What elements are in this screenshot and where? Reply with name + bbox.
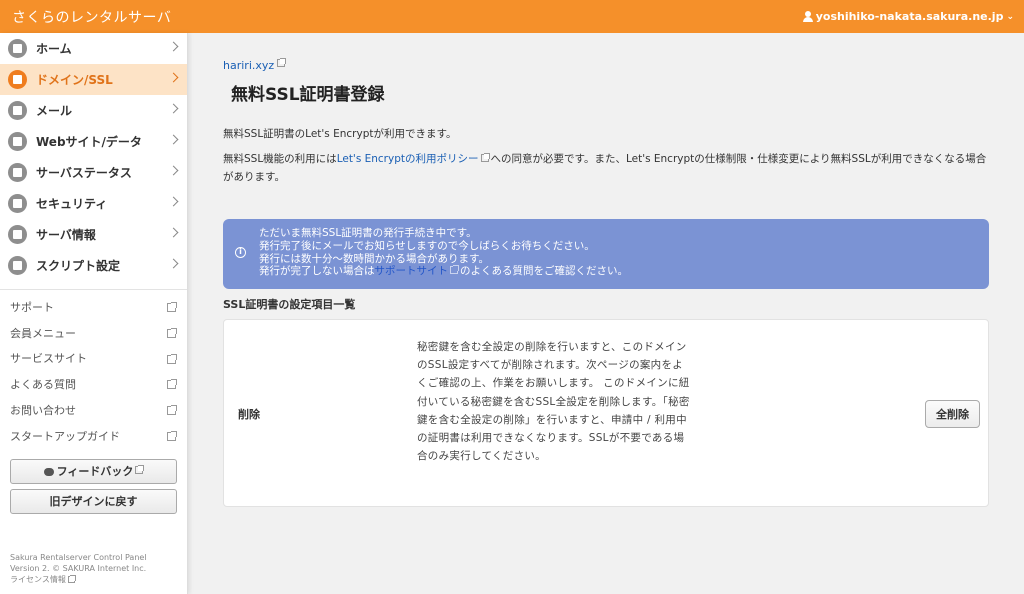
external-link-icon xyxy=(167,302,177,312)
sidebar-link-label: サービスサイト xyxy=(10,352,87,366)
footer-version: Version 2. © SAKURA Internet Inc. xyxy=(10,564,147,573)
external-link-icon xyxy=(167,405,177,416)
sidebar-item-label: スクリプト設定 xyxy=(36,259,121,273)
sidebar-link-service-site[interactable]: サービスサイト xyxy=(0,346,187,372)
sidebar-item-label: ドメイン/SSL xyxy=(36,73,113,87)
sidebar-item-label: セキュリティ xyxy=(36,197,108,211)
policy-text: 無料SSL機能の利用にはLet's Encryptの利用ポリシー への同意が必要で… xyxy=(223,150,993,186)
chevron-down-icon: ⌄ xyxy=(1006,11,1014,22)
main-content: hariri.xyz 無料SSL証明書登録 無料SSL証明書のLet's Enc… xyxy=(189,33,1024,594)
home-icon xyxy=(8,39,27,58)
domain-icon xyxy=(8,70,27,89)
sidebar-item-server-status[interactable]: サーバステータス xyxy=(0,157,187,188)
sidebar-item-mail[interactable]: メール xyxy=(0,95,187,126)
feedback-label: フィードバック xyxy=(56,464,134,478)
user-name: yoshihiko-nakata.sakura.ne.jp xyxy=(815,10,1004,23)
chevron-right-icon xyxy=(168,165,179,176)
script-icon xyxy=(8,256,27,275)
chevron-right-icon xyxy=(168,196,179,207)
sidebar-item-label: サーバ情報 xyxy=(36,228,96,242)
brand-logo[interactable]: さくらのレンタルサーバ xyxy=(12,7,171,27)
delete-all-button[interactable]: 全削除 xyxy=(925,400,980,428)
notice-line: ただいま無料SSL証明書の発行手続き中です。 xyxy=(259,227,477,239)
domain-name: hariri.xyz xyxy=(223,59,275,72)
sidebar: ホーム ドメイン/SSL メール Webサイト/データ サーバステータス セキュ… xyxy=(0,33,188,594)
sidebar-item-website-data[interactable]: Webサイト/データ xyxy=(0,126,187,157)
external-link-icon xyxy=(167,379,177,390)
lock-icon xyxy=(8,194,27,213)
section-heading: SSL証明書の設定項目一覧 xyxy=(223,298,356,311)
notice-text: のよくある質問をご確認ください。 xyxy=(460,265,628,278)
chevron-right-icon xyxy=(168,227,179,238)
sidebar-item-server-info[interactable]: サーバ情報 xyxy=(0,219,187,250)
external-link-icon xyxy=(167,353,177,364)
sidebar-item-label: Webサイト/データ xyxy=(36,135,142,149)
notice-line: 発行には数十分〜数時間かかる場合があります。 xyxy=(259,252,489,265)
sidebar-link-label: よくある質問 xyxy=(10,378,76,392)
chart-icon xyxy=(8,163,27,182)
sidebar-link-contact[interactable]: お問い合わせ xyxy=(0,397,187,423)
row-label: 削除 xyxy=(238,408,260,421)
sidebar-item-label: ホーム xyxy=(36,42,72,56)
sidebar-item-security[interactable]: セキュリティ xyxy=(0,188,187,219)
external-link-icon xyxy=(135,464,145,474)
chevron-right-icon xyxy=(168,134,179,145)
sidebar-footer: Sakura Rentalserver Control Panel Versio… xyxy=(10,552,147,585)
domain-link[interactable]: hariri.xyz xyxy=(223,57,287,72)
server-icon xyxy=(8,225,27,244)
chat-bubble-icon xyxy=(43,467,54,476)
sidebar-item-label: サーバステータス xyxy=(36,166,132,180)
external-link-icon xyxy=(480,153,490,162)
policy-text-pre: 無料SSL機能の利用には xyxy=(223,153,337,165)
sidebar-link-member-menu[interactable]: 会員メニュー xyxy=(0,320,187,346)
top-bar: さくらのレンタルサーバ yoshihiko-nakata.sakura.ne.j… xyxy=(0,0,1024,33)
chevron-right-icon xyxy=(168,103,179,114)
settings-card: 削除 秘密鍵を含む全設定の削除を行いますと、このドメインのSSL設定すべてが削除… xyxy=(223,319,989,507)
external-link-icon xyxy=(67,575,76,583)
page-title: 無料SSL証明書登録 xyxy=(231,85,385,105)
sidebar-link-label: サポート xyxy=(10,300,54,314)
external-link-icon xyxy=(450,265,459,275)
feedback-button[interactable]: フィードバック xyxy=(10,458,177,484)
sidebar-item-domain-ssl[interactable]: ドメイン/SSL xyxy=(0,64,187,95)
chevron-right-icon xyxy=(168,41,179,52)
sidebar-link-startup-guide[interactable]: スタートアップガイド xyxy=(0,423,187,449)
sidebar-item-home[interactable]: ホーム xyxy=(0,33,187,64)
user-icon xyxy=(802,11,813,22)
external-link-icon xyxy=(167,430,177,441)
external-link-icon xyxy=(277,57,287,67)
info-notice: i ただいま無料SSL証明書の発行手続き中です。 発行完了後にメールでお知らせし… xyxy=(223,219,989,289)
sidebar-divider xyxy=(0,289,187,290)
lets-encrypt-policy-link[interactable]: Let's Encryptの利用ポリシー xyxy=(337,153,479,165)
sidebar-item-script-settings[interactable]: スクリプト設定 xyxy=(0,250,187,281)
notice-line: 発行完了後にメールでお知らせしますので今しばらくお待ちください。 xyxy=(259,239,595,252)
info-icon: i xyxy=(235,247,246,258)
sidebar-link-support[interactable]: サポート xyxy=(0,294,187,320)
sidebar-link-label: 会員メニュー xyxy=(10,326,76,340)
mail-icon xyxy=(8,101,27,120)
notice-line: 発行が完了しない場合はサポートサイト のよくある質問をご確認ください。 xyxy=(259,265,989,278)
external-link-icon xyxy=(167,327,177,338)
intro-text: 無料SSL証明書のLet's Encryptが利用できます。 xyxy=(223,128,457,140)
footer-product-name: Sakura Rentalserver Control Panel xyxy=(10,553,147,562)
row-description: 秘密鍵を含む全設定の削除を行いますと、このドメインのSSL設定すべてが削除されま… xyxy=(417,341,690,463)
user-menu[interactable]: yoshihiko-nakata.sakura.ne.jp ⌄ xyxy=(802,10,1014,23)
sidebar-link-faq[interactable]: よくある質問 xyxy=(0,371,187,397)
license-label: ライセンス情報 xyxy=(10,575,66,584)
support-site-link[interactable]: サポートサイト xyxy=(375,265,449,277)
old-design-button[interactable]: 旧デザインに戻す xyxy=(10,488,177,514)
sidebar-link-label: スタートアップガイド xyxy=(10,429,120,443)
sidebar-item-label: メール xyxy=(36,104,73,118)
sidebar-link-label: お問い合わせ xyxy=(10,404,76,418)
license-link[interactable]: ライセンス情報 xyxy=(10,574,147,585)
notice-text: 発行が完了しない場合は xyxy=(259,265,375,278)
globe-icon xyxy=(8,132,27,151)
chevron-right-icon xyxy=(168,258,179,269)
chevron-right-icon xyxy=(168,72,179,83)
